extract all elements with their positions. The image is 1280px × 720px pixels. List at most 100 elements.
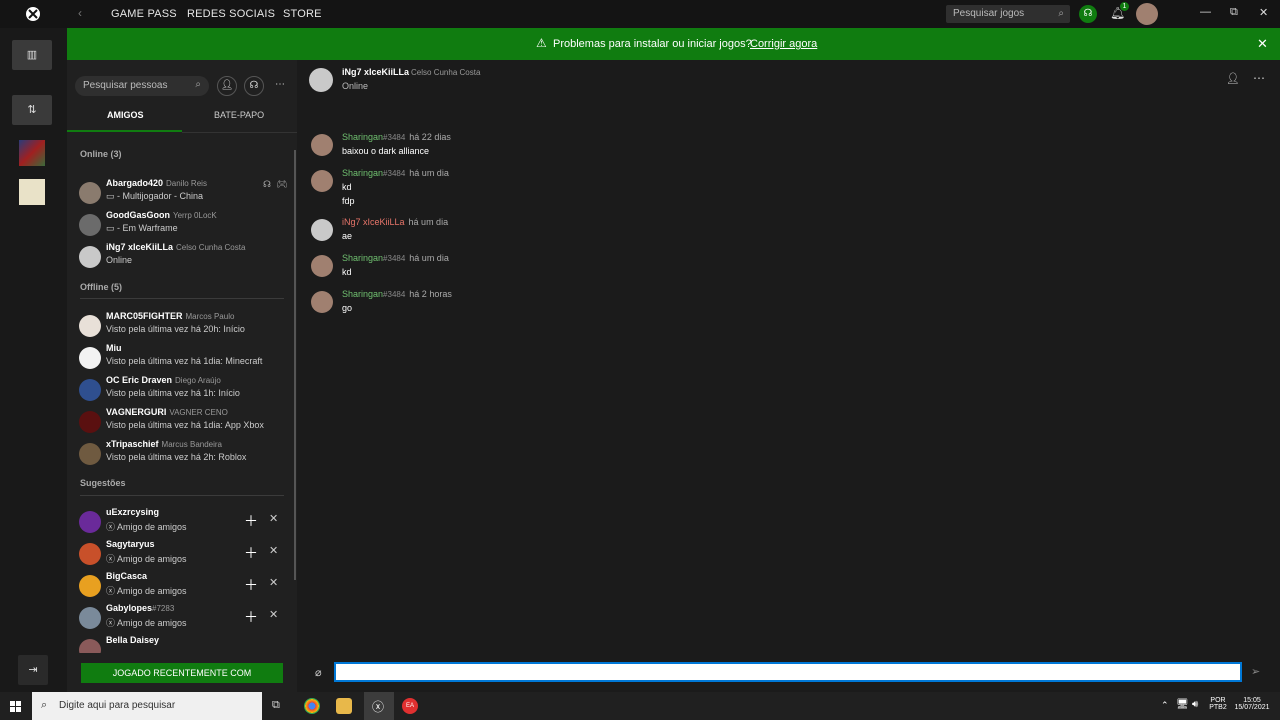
avatar (79, 214, 101, 236)
dismiss-suggestion-icon[interactable]: ✕ (269, 608, 278, 621)
dismiss-suggestion-icon[interactable]: ✕ (269, 576, 278, 589)
message-input[interactable] (334, 662, 1242, 682)
friend-name: VAGNERGURI VAGNER CENO (106, 407, 228, 417)
friend-name: uExzrcysing (106, 507, 160, 517)
message-author: Sharingan#3484 há um dia (342, 253, 449, 263)
search-people-placeholder: Pesquisar pessoas (83, 80, 168, 91)
game-tile-1[interactable] (19, 140, 45, 166)
avatar (311, 134, 333, 156)
avatar (79, 411, 101, 433)
nav-game-pass[interactable]: GAME PASS (111, 8, 177, 20)
more-options-icon[interactable]: ⋯ (1253, 71, 1265, 85)
tray-chevron-icon[interactable]: ⌃ (1161, 700, 1169, 711)
warning-icon: ⚠ (536, 36, 547, 50)
send-icon[interactable]: ➢ (1251, 665, 1260, 678)
message-text: kd (342, 182, 352, 192)
language-indicator[interactable]: POR PTB2 (1206, 697, 1230, 711)
ea-app-icon[interactable]: EA (402, 698, 418, 714)
friend-row[interactable]: VAGNERGURI VAGNER CENO Visto pela última … (67, 407, 297, 439)
friend-name: MARC05FIGHTER Marcos Paulo (106, 311, 235, 321)
friend-status: Visto pela última vez há 1h: Início (106, 388, 240, 398)
close-banner-icon[interactable]: ✕ (1257, 36, 1268, 52)
nav-store[interactable]: STORE (283, 8, 322, 20)
tab-amigos[interactable]: AMIGOS (107, 110, 144, 120)
profile-avatar[interactable] (1136, 3, 1158, 25)
maximize-button[interactable]: ⧉ (1230, 6, 1238, 19)
title-bar: ‹ GAME PASS REDES SOCIAIS STORE Pesquisa… (0, 0, 1280, 28)
minimize-button[interactable]: — (1200, 6, 1211, 18)
xbox-icon: ⓧ (372, 700, 385, 714)
xbox-icon: ⓧ (106, 618, 118, 628)
sort-icon[interactable]: ⇅ (12, 95, 52, 125)
attach-icon[interactable]: ⌀ (315, 666, 322, 679)
add-suggestion-icon[interactable]: ＋ (244, 543, 258, 563)
suggestion-row[interactable]: Bella Daisey (67, 635, 297, 653)
friend-name: xTripaschief Marcus Bandeira (106, 439, 223, 449)
suggestion-row[interactable]: uExzrcysing ⓧ Amigo de amigos ＋ ✕ (67, 507, 297, 539)
xbox-logo-icon[interactable] (26, 7, 40, 21)
search-people-input[interactable]: Pesquisar pessoas ⌕ (75, 76, 209, 96)
search-games-input[interactable]: Pesquisar jogos ⌕ (946, 5, 1070, 23)
search-games-placeholder: Pesquisar jogos (953, 8, 1025, 19)
fix-now-link[interactable]: Corrigir agora (750, 38, 817, 50)
friend-status: ⓧ Amigo de amigos (106, 618, 187, 628)
windows-start-icon[interactable] (10, 700, 22, 712)
file-explorer-icon[interactable] (336, 698, 352, 714)
friend-name: OC Eric Draven Diego Araújo (106, 375, 221, 385)
chrome-icon[interactable] (304, 698, 320, 714)
add-suggestion-icon[interactable]: ＋ (244, 575, 258, 595)
dismiss-suggestion-icon[interactable]: ✕ (269, 544, 278, 557)
message-text: kd (342, 267, 352, 277)
chat-avatar[interactable] (309, 68, 333, 92)
headset-status-icon[interactable]: ☊ (1079, 5, 1097, 23)
party-icon[interactable]: ☊ (244, 76, 264, 96)
back-arrow-icon[interactable]: ‹ (78, 6, 82, 20)
friend-row[interactable]: iNg7 xIceKiiLLa Celso Cunha Costa Online (67, 242, 297, 274)
volume-icon[interactable]: 🔊︎ (1192, 699, 1198, 710)
friend-row[interactable]: Miu Visto pela última vez há 1dia: Minec… (67, 343, 297, 375)
avatar (311, 255, 333, 277)
friend-name: Bella Daisey (106, 635, 160, 645)
clock[interactable]: 15:05 15/07/2021 (1232, 697, 1272, 711)
friend-name: Sagytaryus (106, 539, 155, 549)
suggestion-row[interactable]: Sagytaryus ⓧ Amigo de amigos ＋ ✕ (67, 539, 297, 571)
game-tile-2[interactable] (19, 179, 45, 205)
friend-row[interactable]: GoodGasGoon Yerrp 0LocK ▭ - Em Warframe (67, 210, 297, 242)
friend-row[interactable]: MARC05FIGHTER Marcos Paulo Visto pela últ… (67, 311, 297, 343)
library-icon[interactable]: ▥ (12, 40, 52, 70)
avatar (79, 443, 101, 465)
nav-redes-sociais[interactable]: REDES SOCIAIS (187, 8, 275, 20)
search-icon: ⌕ (1058, 8, 1064, 19)
profile-icon[interactable]: 👤︎ (1226, 72, 1240, 85)
message-author: Sharingan#3484 há 22 dias (342, 132, 451, 142)
task-view-icon[interactable]: ⧉ (272, 699, 280, 712)
close-window-button[interactable]: ✕ (1259, 6, 1268, 19)
dismiss-suggestion-icon[interactable]: ✕ (269, 512, 278, 525)
taskbar-search-input[interactable]: ⌕ Digite aqui para pesquisar (32, 692, 262, 720)
more-options-icon[interactable]: ⋯ (270, 76, 290, 96)
search-icon: ⌕ (195, 79, 201, 90)
xbox-taskbar-item[interactable]: ⓧ (364, 692, 394, 720)
friend-row[interactable]: xTripaschief Marcus Bandeira Visto pela ú… (67, 439, 297, 471)
friend-name: Miu (106, 343, 122, 353)
suggestion-row[interactable]: Gabylopes#7283 ⓧ Amigo de amigos ＋ ✕ (67, 603, 297, 635)
add-suggestion-icon[interactable]: ＋ (244, 607, 258, 627)
played-recently-button[interactable]: JOGADO RECENTEMENTE COM (81, 663, 283, 683)
notification-badge: 1 (1120, 2, 1129, 11)
left-rail: ▥ ⇅ ⇥ (0, 28, 67, 692)
friend-status: Visto pela última vez há 2h: Roblox (106, 452, 247, 462)
friend-row[interactable]: Abargado420 Danilo Reis ▭ - Multijogador … (67, 178, 297, 210)
add-suggestion-icon[interactable]: ＋ (244, 511, 258, 531)
add-friend-icon[interactable]: 👤︎ (217, 76, 237, 96)
xbox-icon: ⓧ (106, 522, 118, 532)
avatar (79, 315, 101, 337)
avatar (79, 511, 101, 533)
friend-status: Visto pela última vez há 20h: Início (106, 324, 245, 334)
network-icon[interactable]: 🖥︎ (1176, 699, 1189, 710)
suggestion-row[interactable]: BigCasca ⓧ Amigo de amigos ＋ ✕ (67, 571, 297, 603)
suggestions-header: Sugestões (80, 478, 126, 488)
message-text: go (342, 303, 353, 313)
tab-bate-papo[interactable]: BATE-PAPO (214, 110, 264, 120)
expand-rail-icon[interactable]: ⇥ (18, 655, 48, 685)
friend-row[interactable]: OC Eric Draven Diego Araújo Visto pela úl… (67, 375, 297, 407)
